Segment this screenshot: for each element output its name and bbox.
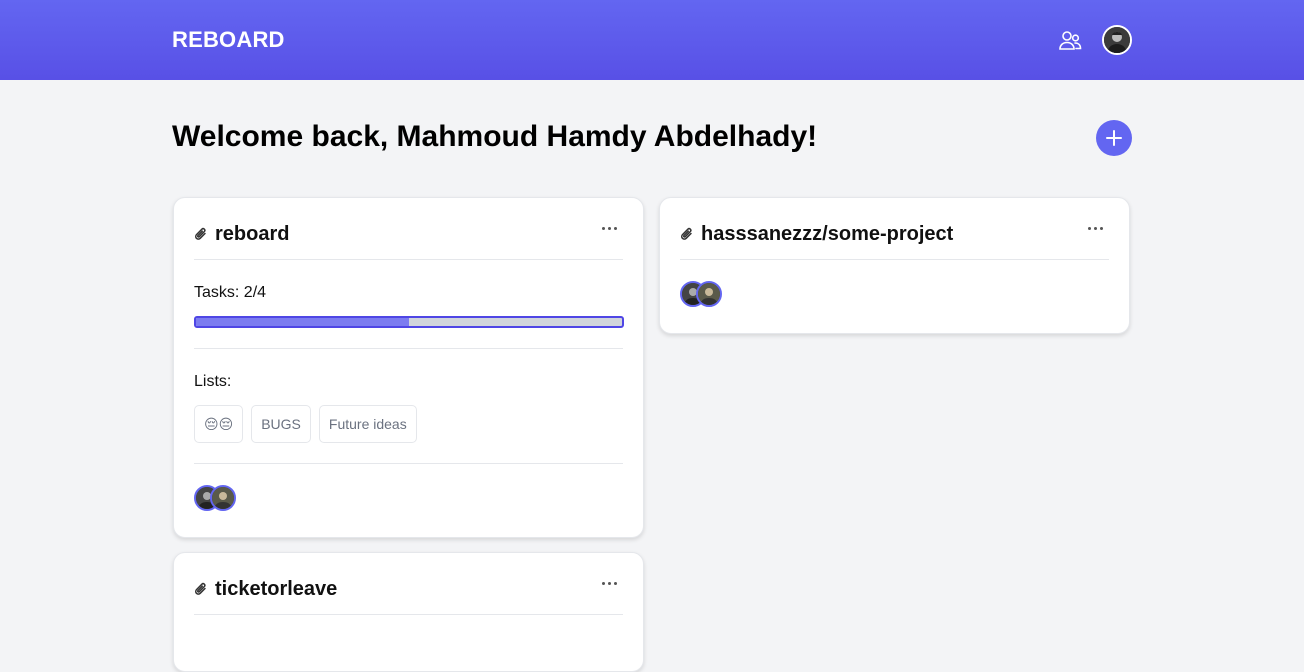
board-members [680, 281, 722, 307]
tasks-count: Tasks: 2/4 [194, 284, 267, 301]
more-options-icon[interactable] [599, 220, 619, 236]
board-title[interactable]: hasssanezzz/some-project [701, 223, 953, 246]
welcome-heading: Welcome back, Mahmoud Hamdy Abdelhady! [172, 120, 818, 153]
list-chip[interactable]: Future ideas [318, 405, 417, 443]
divider [194, 348, 623, 349]
card-header: hasssanezzz/some-project [680, 222, 1109, 260]
top-navbar: REBOARD [0, 0, 1304, 80]
progress-fill [196, 318, 409, 326]
divider [194, 463, 623, 464]
board-title[interactable]: ticketorleave [215, 578, 337, 601]
tasks-progress-bar [194, 316, 624, 328]
board-card-ticketorleave[interactable]: ticketorleave [173, 552, 644, 672]
card-header: reboard [194, 222, 623, 260]
board-card-some-project[interactable]: hasssanezzz/some-project [659, 197, 1130, 334]
paperclip-icon [195, 582, 206, 595]
list-chip[interactable]: BUGS [251, 405, 311, 443]
board-title[interactable]: reboard [215, 223, 289, 246]
users-icon[interactable] [1058, 29, 1082, 51]
card-header: ticketorleave [194, 577, 623, 615]
brand-logo[interactable]: REBOARD [172, 27, 285, 53]
lists-label: Lists: [194, 373, 232, 390]
list-chip[interactable]: 😔😔 [194, 405, 244, 443]
paperclip-icon [681, 227, 692, 240]
more-options-icon[interactable] [1085, 220, 1105, 236]
user-avatar[interactable] [1102, 25, 1132, 55]
member-avatar[interactable] [696, 281, 722, 307]
paperclip-icon [195, 227, 206, 240]
member-avatar[interactable] [210, 485, 236, 511]
lists-chips: 😔😔 BUGS Future ideas [194, 405, 417, 443]
board-card-reboard[interactable]: reboard Tasks: 2/4 Lists: 😔😔 BUGS Future… [173, 197, 644, 538]
more-options-icon[interactable] [599, 575, 619, 591]
plus-icon [1106, 130, 1122, 146]
add-board-button[interactable] [1096, 120, 1132, 156]
board-members [194, 485, 236, 511]
